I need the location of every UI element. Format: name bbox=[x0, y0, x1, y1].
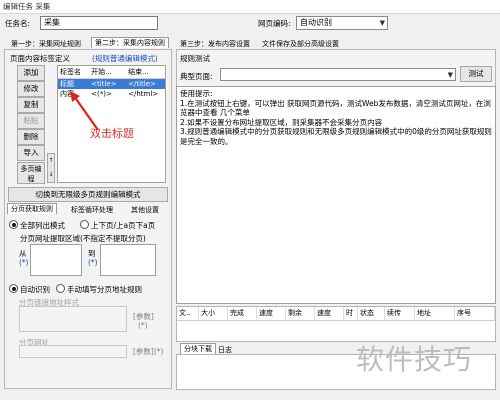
chevron-down-icon: ▼ bbox=[447, 71, 453, 79]
manual-option[interactable]: 手动填写分页地址规则 bbox=[56, 284, 142, 295]
encoding-value: 自动识别 bbox=[300, 18, 332, 27]
grid-col: 大小 bbox=[199, 307, 228, 320]
task-name-input[interactable]: 采集 bbox=[40, 16, 158, 30]
window-title: 编辑任务 采集 bbox=[0, 0, 500, 14]
col-end: 结束... bbox=[128, 68, 149, 76]
tab-step2[interactable]: 第二步：采集内容规则 bbox=[91, 37, 169, 48]
page-url-input[interactable] bbox=[19, 345, 127, 358]
usage-tips-box[interactable]: 使用提示: 1.在测试按钮上右键，可以弹出 获取网页源代码，测试Web发布数据，… bbox=[176, 86, 496, 304]
import-button[interactable]: 导入 bbox=[17, 145, 45, 161]
add-button[interactable]: 添加 bbox=[17, 65, 45, 81]
grid-col: 续传 bbox=[385, 307, 415, 320]
delete-button[interactable]: 删除 bbox=[17, 129, 45, 145]
col-start: 开始... bbox=[91, 68, 112, 76]
grid-col: 完成 bbox=[228, 307, 257, 320]
row-end: </html> bbox=[128, 90, 159, 98]
task-name-label: 任务名: bbox=[5, 19, 31, 28]
col-tag-name: 标签名 bbox=[60, 68, 81, 76]
typical-page-label: 典型页面: bbox=[180, 72, 213, 81]
grid-col: 序号 bbox=[455, 307, 495, 320]
param-star-label: [参数](*) bbox=[133, 347, 164, 356]
to-token: (*) bbox=[88, 258, 98, 267]
list-all-option[interactable]: 全部列出模式 bbox=[9, 220, 65, 231]
auto-detect-label: 自动识别 bbox=[20, 285, 50, 294]
tab-other-settings[interactable]: 其他设置 bbox=[128, 205, 162, 216]
grid-col: 状态 bbox=[358, 307, 385, 320]
arrow-up-icon[interactable]: ↑ bbox=[48, 157, 53, 164]
tab-chunk-download[interactable]: 分块下载 bbox=[180, 343, 216, 354]
tab-tag-loop[interactable]: 标签循环处理 bbox=[68, 205, 116, 216]
auto-detect-option[interactable]: 自动识别 bbox=[9, 284, 50, 295]
from-input[interactable] bbox=[30, 244, 82, 276]
radio-off-icon[interactable] bbox=[80, 220, 89, 229]
switch-mode-button[interactable]: 切换到无限级多页规则编辑模式 bbox=[8, 187, 168, 202]
chevron-down-icon: ▼ bbox=[379, 19, 385, 27]
tip-line: 1.在测试按钮上右键，可以弹出 获取网页源代码，测试Web发布数据，清空测试页网… bbox=[180, 98, 491, 118]
from-token: (*) bbox=[19, 258, 29, 267]
grid-col: 时 bbox=[344, 307, 358, 320]
row-start: <title> bbox=[91, 80, 117, 88]
to-input[interactable] bbox=[100, 244, 156, 276]
test-button[interactable]: 测试 bbox=[460, 66, 492, 82]
double-click-annotation: 双击标题 bbox=[90, 127, 134, 140]
manual-label: 手动填写分页地址规则 bbox=[67, 285, 142, 294]
grid-col: 文.. bbox=[177, 307, 199, 320]
grid-col: 速度 bbox=[315, 307, 344, 320]
tip-line: 2.如果不设置分布网址提取区域，则采集器不会采集分页内容 bbox=[180, 117, 383, 127]
edit-button[interactable]: 修改 bbox=[17, 81, 45, 97]
encoding-label: 网页编码: bbox=[258, 19, 291, 28]
tip-line: 3.规则普通编辑模式中的分页获取规则和无限级多页规则编辑模式中的0级的分页网址获… bbox=[180, 127, 492, 146]
typical-page-select[interactable]: ▼ bbox=[220, 68, 456, 81]
encoding-select[interactable]: 自动识别 ▼ bbox=[296, 16, 388, 30]
copy-button[interactable]: 复制 bbox=[17, 97, 45, 113]
table-row[interactable]: 标题 <title> </title> bbox=[58, 79, 165, 89]
paste-button[interactable]: 粘贴 bbox=[17, 113, 45, 129]
tag-list-header: 标签名 开始... 结束... bbox=[58, 66, 165, 79]
reorder-arrows[interactable]: ↑ ↓ bbox=[47, 153, 55, 183]
list-all-label: 全部列出模式 bbox=[20, 221, 65, 230]
prev-next-option[interactable]: 上下页/上a页下a页 bbox=[80, 220, 155, 231]
download-grid-header: 文.. 大小 完成 速度 剩余 速度 时 状态 续传 地址 序号 bbox=[177, 307, 495, 321]
row-end: </title> bbox=[128, 80, 156, 88]
edit-mode-label: (规则普通编辑模式) bbox=[92, 54, 158, 63]
prev-next-label: 上下页/上a页下a页 bbox=[91, 221, 156, 230]
radio-on-icon[interactable] bbox=[9, 284, 18, 293]
tag-definition-header: 页面内容标签定义 bbox=[10, 54, 70, 63]
radio-off-icon[interactable] bbox=[56, 284, 65, 293]
grid-col: 剩余 bbox=[286, 307, 315, 320]
link-style-input[interactable] bbox=[19, 306, 127, 332]
multipage-button[interactable]: 多页编程 bbox=[17, 162, 45, 184]
grid-col: 速度 bbox=[257, 307, 286, 320]
grid-col: 地址 bbox=[415, 307, 455, 320]
star-token: (*) bbox=[138, 321, 148, 330]
radio-on-icon[interactable] bbox=[9, 220, 18, 229]
arrow-down-icon[interactable]: ↓ bbox=[48, 171, 53, 178]
watermark-text: 软件技巧 bbox=[356, 343, 473, 376]
download-grid[interactable]: 文.. 大小 完成 速度 剩余 速度 时 状态 续传 地址 序号 bbox=[176, 306, 496, 342]
tab-paging-rules[interactable]: 分页获取规则 bbox=[7, 203, 57, 214]
row-name: 标题 bbox=[60, 80, 74, 88]
tips-title: 使用提示: bbox=[180, 89, 213, 98]
paging-region-label: 分页网址提取区域(不指定不提取分页) bbox=[20, 234, 146, 243]
rule-test-header: 规则测试 bbox=[180, 54, 210, 63]
